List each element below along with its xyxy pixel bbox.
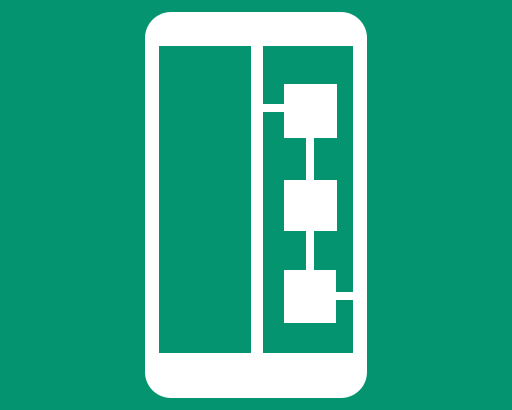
- flowchart-node-3: [284, 270, 336, 323]
- left-screen-panel: [159, 46, 251, 353]
- connector-left-to-node: [263, 104, 287, 112]
- app-icon: [0, 0, 512, 410]
- flowchart-node-2: [284, 180, 337, 231]
- connector-node1-node2: [306, 138, 314, 182]
- flowchart-nodes: [284, 84, 337, 323]
- connector-node3-to-right: [334, 292, 353, 300]
- connector-node2-node3: [306, 230, 314, 272]
- phone-flowchart-icon: [0, 0, 512, 410]
- flowchart-node-1: [284, 84, 337, 138]
